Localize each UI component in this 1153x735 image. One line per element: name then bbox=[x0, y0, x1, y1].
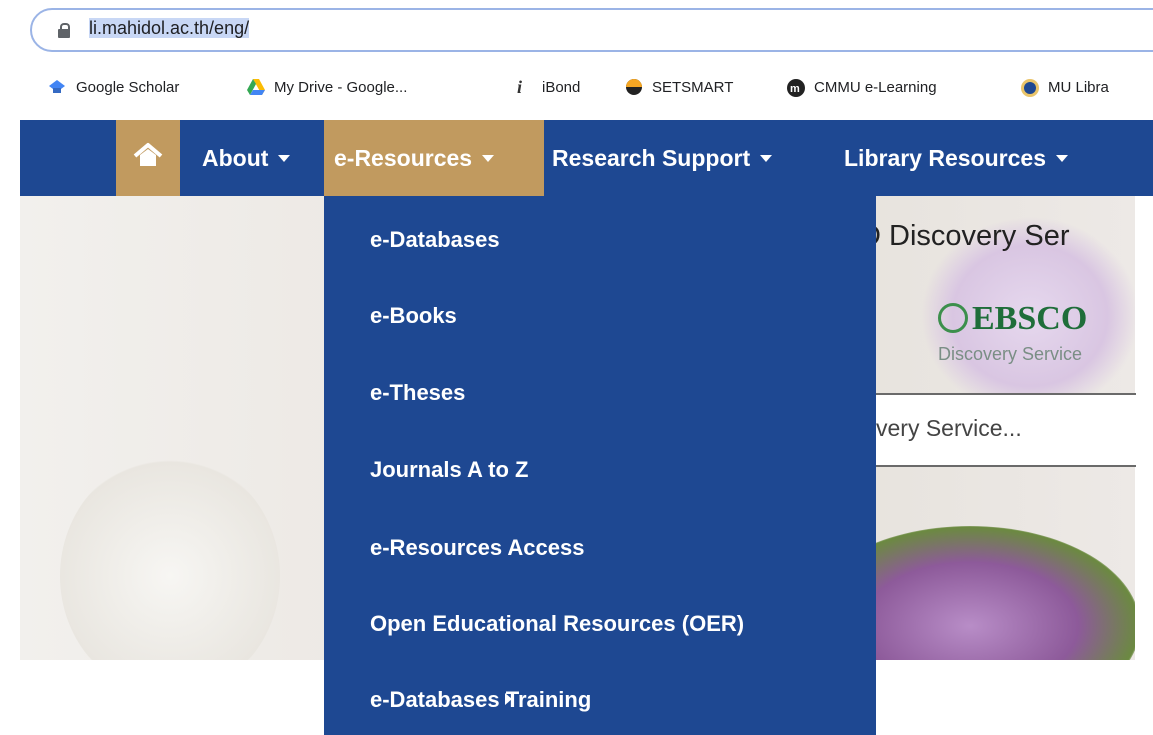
nav-item-e-resources[interactable]: e-Resources bbox=[324, 120, 544, 196]
graduation-cap-icon bbox=[48, 78, 66, 96]
lock-icon[interactable] bbox=[58, 23, 70, 38]
menu-item-e-resources-access[interactable]: e-Resources Access bbox=[370, 526, 584, 570]
svg-text:m: m bbox=[790, 83, 800, 95]
bookmark-label: iBond bbox=[542, 78, 581, 96]
google-drive-icon bbox=[246, 78, 265, 96]
bookmarks-bar: Google Scholar My Drive - Google... i iB… bbox=[0, 66, 1153, 106]
search-placeholder: very Service... bbox=[876, 415, 1022, 441]
bookmark-label: My Drive - Google... bbox=[274, 78, 408, 96]
nav-item-library-resources[interactable]: Library Resources bbox=[844, 120, 1068, 196]
menu-item-journals-a-to-z[interactable]: Journals A to Z bbox=[370, 448, 529, 492]
menu-item-e-databases-training[interactable]: e-Databases Training bbox=[370, 678, 591, 722]
svg-text:i: i bbox=[517, 78, 522, 96]
bookmark-cmmu[interactable]: m CMMU e-Learning bbox=[786, 76, 937, 98]
nav-item-about[interactable]: About bbox=[202, 120, 291, 196]
caret-down-icon bbox=[482, 154, 495, 162]
bookmark-setsmart[interactable]: SETSMART bbox=[624, 76, 733, 98]
home-button[interactable] bbox=[116, 120, 180, 196]
ebsco-leaf-icon bbox=[938, 303, 968, 333]
caret-right-icon bbox=[505, 693, 512, 705]
caret-down-icon bbox=[760, 154, 773, 162]
bookmark-label: Google Scholar bbox=[76, 78, 180, 96]
discovery-search-input[interactable]: very Service... bbox=[876, 393, 1136, 467]
nav-item-label: About bbox=[202, 144, 269, 171]
ibond-icon: i bbox=[514, 77, 532, 97]
address-bar[interactable]: li.mahidol.ac.th/eng/ bbox=[30, 8, 1153, 52]
setsmart-icon bbox=[624, 78, 642, 96]
menu-item-e-books[interactable]: e-Books bbox=[370, 294, 457, 338]
caret-down-icon bbox=[1055, 154, 1068, 162]
nav-item-research-support[interactable]: Research Support bbox=[552, 120, 773, 196]
main-nav: About e-Resources Research Support Libra… bbox=[20, 120, 1153, 196]
bookmark-label: SETSMART bbox=[652, 78, 734, 96]
nav-item-label: e-Resources bbox=[334, 144, 473, 171]
e-resources-dropdown: e-Databases e-Books e-Theses Journals A … bbox=[324, 196, 876, 735]
mu-library-icon bbox=[1020, 78, 1039, 97]
bookmark-label: CMMU e-Learning bbox=[814, 78, 937, 96]
nav-item-label: Research Support bbox=[552, 144, 751, 171]
caret-down-icon bbox=[278, 154, 291, 162]
bookmark-google-scholar[interactable]: Google Scholar bbox=[48, 76, 179, 98]
home-icon bbox=[132, 142, 164, 174]
menu-item-e-theses[interactable]: e-Theses bbox=[370, 371, 465, 415]
bookmark-mu-library[interactable]: MU Libra bbox=[1020, 76, 1109, 98]
bookmark-my-drive[interactable]: My Drive - Google... bbox=[246, 76, 407, 98]
cmmu-icon: m bbox=[786, 78, 805, 97]
discovery-title: D Discovery Ser bbox=[860, 220, 1070, 252]
menu-item-oer[interactable]: Open Educational Resources (OER) bbox=[370, 602, 744, 646]
ebsco-subtitle: Discovery Service bbox=[938, 344, 1083, 364]
url-text[interactable]: li.mahidol.ac.th/eng/ bbox=[89, 18, 250, 39]
nav-item-label: Library Resources bbox=[844, 144, 1046, 171]
menu-item-e-databases[interactable]: e-Databases bbox=[370, 218, 500, 262]
bookmark-label: MU Libra bbox=[1048, 78, 1109, 96]
bookmark-ibond[interactable]: i iBond bbox=[514, 76, 580, 98]
ebsco-logo[interactable]: EBSCO bbox=[938, 300, 1087, 338]
